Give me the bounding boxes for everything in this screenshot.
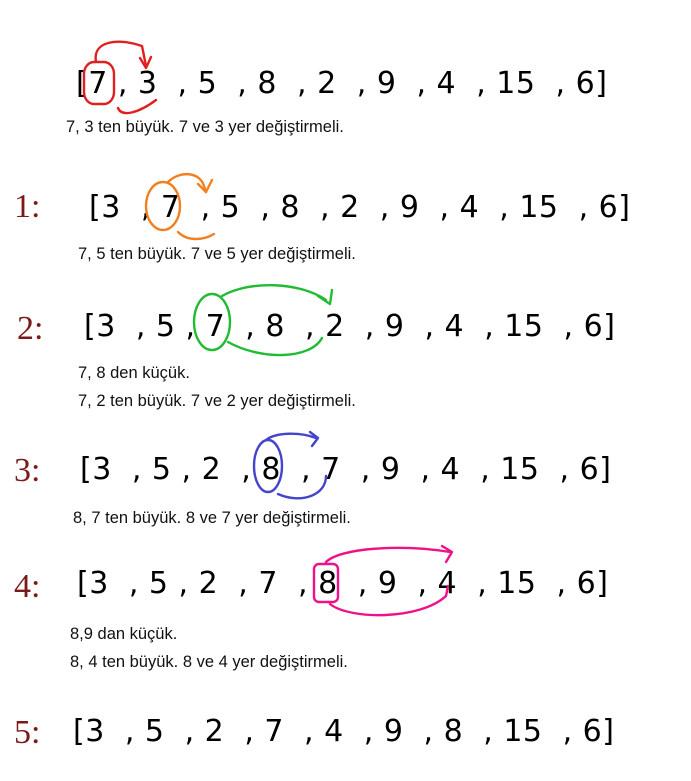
green-arrow-path (220, 283, 328, 302)
pink-arrow-head (440, 544, 454, 564)
note-row-3-line-1: 8, 7 ten büyük. 8 ve 7 yer değiştirmeli. (73, 509, 351, 527)
step-label-2: 2: (17, 310, 44, 347)
array-row-4: [3 , 5 , 2 , 7 , 8 , 9 , 4 , 15 , 6] (77, 566, 609, 601)
note-row-1-line-1: 7, 5 ten büyük. 7 ve 5 yer değiştirmeli. (78, 245, 356, 263)
blue-arrow-path (264, 432, 318, 442)
step-label-1: 1: (14, 188, 41, 225)
array-row-1: [3 , 7 , 5 , 8 , 2 , 9 , 4 , 15 , 6] (89, 190, 631, 225)
note-row-2-line-2: 7, 2 ten büyük. 7 ve 2 yer değiştirmeli. (78, 392, 356, 410)
note-row-2-line-1: 7, 8 den küçük. (78, 364, 190, 382)
green-arrow-head (316, 288, 334, 306)
step-label-3: 3: (14, 452, 41, 489)
array-row-0: [7 , 3 , 5 , 8 , 2 , 9 , 4 , 15 , 6] (76, 66, 608, 101)
array-row-5: [3 , 5 , 2 , 7 , 4 , 9 , 8 , 15 , 6] (73, 714, 615, 749)
orange-bottom-curve (176, 230, 216, 241)
pink-arrow-path (324, 546, 452, 564)
step-label-5: 5: (14, 714, 41, 751)
red-underline-curve (116, 98, 158, 115)
note-row-4-line-1: 8,9 dan küçük. (70, 625, 178, 643)
array-row-2: [3 , 5 , 7 , 8 , 2 , 9 , 4 , 15 , 6] (84, 309, 616, 344)
note-row-0-line-1: 7, 3 ten büyük. 7 ve 3 yer değiştirmeli. (66, 118, 344, 136)
array-row-3: [3 , 5 , 2 , 8 , 7 , 9 , 4 , 15 , 6] (80, 452, 612, 487)
blue-arrow-head (308, 430, 320, 448)
step-label-4: 4: (14, 568, 41, 605)
red-arrow-path (94, 40, 148, 68)
note-row-4-line-2: 8, 4 ten büyük. 8 ve 4 yer değiştirmeli. (70, 653, 348, 671)
